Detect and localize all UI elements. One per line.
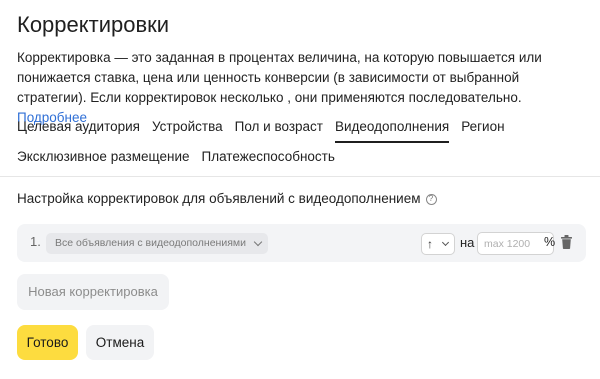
na-label: на <box>460 235 475 250</box>
new-adjustment-button[interactable]: Новая корректировка <box>17 274 169 310</box>
tab-video-extensions[interactable]: Видеодополнения <box>334 117 450 143</box>
chevron-down-icon <box>253 237 263 247</box>
adjustment-row: 1. Все объявления с видеодополнениями ↑ … <box>17 224 586 262</box>
description: Корректировка — это заданная в процентах… <box>17 48 587 128</box>
help-icon[interactable]: ? <box>425 193 437 205</box>
percent-unit: % <box>544 235 556 249</box>
ad-filter-value: Все объявления с видеодополнениями <box>55 237 246 249</box>
row-number: 1. <box>30 234 41 249</box>
section-label: Настройка корректировок для объявлений с… <box>17 189 437 209</box>
divider <box>0 176 600 177</box>
cancel-button[interactable]: Отмена <box>86 325 154 360</box>
direction-select[interactable]: ↑ <box>421 233 455 255</box>
direction-value: ↑ <box>427 237 433 251</box>
tab-devices[interactable]: Устройства <box>152 117 223 141</box>
percent-input[interactable] <box>477 232 554 255</box>
tab-gender-age[interactable]: Пол и возраст <box>235 117 323 141</box>
done-button[interactable]: Готово <box>17 325 78 360</box>
section-label-text: Настройка корректировок для объявлений с… <box>17 191 421 206</box>
description-text: Корректировка — это заданная в процентах… <box>17 50 542 105</box>
tab-target-audience[interactable]: Целевая аудитория <box>17 117 140 141</box>
chevron-down-icon <box>441 238 450 247</box>
ad-filter-select[interactable]: Все объявления с видеодополнениями <box>46 233 268 254</box>
tab-solvency[interactable]: Платежеспособность <box>202 147 335 171</box>
trash-icon[interactable] <box>561 235 572 249</box>
tab-exclusive-placement[interactable]: Эксклюзивное размещение <box>17 147 190 171</box>
tab-region[interactable]: Регион <box>461 117 504 141</box>
adjustment-tabs: Целевая аудитория Устройства Пол и возра… <box>17 117 587 177</box>
page-title: Корректировки <box>17 12 170 37</box>
